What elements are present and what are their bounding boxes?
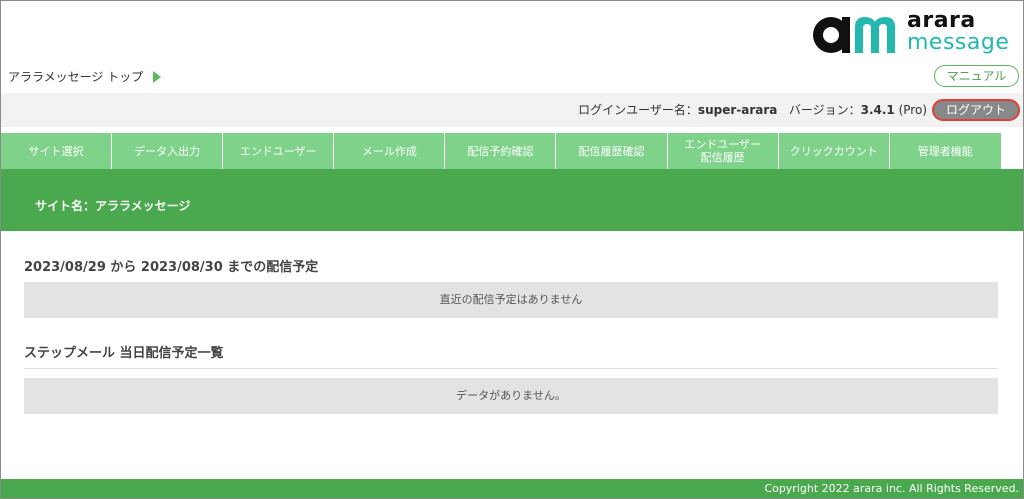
scheduled-delivery-title: 2023/08/29 から 2023/08/30 までの配信予定	[24, 260, 319, 275]
nav-item-admin[interactable]: 管理者機能	[889, 133, 1001, 169]
breadcrumb-label: アララメッセージ トップ	[8, 70, 144, 84]
arara-message-logo[interactable]: arara message	[809, 7, 1009, 57]
breadcrumb-row: アララメッセージ トップ マニュアル	[1, 63, 1023, 93]
logo-arara-text: arara	[907, 8, 976, 33]
version-value: 3.4.1	[860, 103, 895, 117]
play-arrow-icon	[153, 70, 162, 83]
user-bar: ログインユーザー名：super-arara バージョン：3.4.1 (Pro) …	[1, 93, 1023, 127]
scheduled-delivery-empty: 直近の配信予定はありません	[24, 282, 998, 318]
nav-item-delivery-history[interactable]: 配信履歴確認	[556, 133, 668, 169]
version-label: バージョン：	[788, 103, 861, 117]
user-info: ログインユーザー名：super-arara バージョン：3.4.1 (Pro)	[578, 101, 927, 118]
site-banner: サイト名：アララメッセージ	[1, 169, 1023, 231]
edition-label: (Pro)	[898, 103, 927, 117]
section-divider	[24, 368, 998, 369]
step-mail-empty: データがありません。	[24, 378, 998, 414]
nav-item-data-io[interactable]: データ入出力	[112, 133, 224, 169]
nav-item-end-user-delivery-history[interactable]: エンドユーザー 配信履歴	[667, 133, 779, 169]
manual-button[interactable]: マニュアル	[934, 65, 1019, 87]
breadcrumb[interactable]: アララメッセージ トップ	[8, 68, 162, 85]
logout-button[interactable]: ログアウト	[932, 99, 1020, 121]
login-user-value: super-arara	[697, 103, 778, 117]
step-mail-title: ステップメール 当日配信予定一覧	[24, 346, 224, 361]
copyright: Copyright 2022 arara inc. All Rights Res…	[764, 482, 1019, 495]
header: arara message	[1, 1, 1023, 63]
logo-message-text: message	[907, 30, 1010, 55]
login-user-label: ログインユーザー名：	[578, 103, 698, 117]
nav-item-mail-create[interactable]: メール作成	[334, 133, 446, 169]
footer: Copyright 2022 arara inc. All Rights Res…	[1, 479, 1023, 498]
am-logo-mark	[813, 17, 895, 53]
nav-item-click-count[interactable]: クリックカウント	[778, 133, 890, 169]
logo-wordmark: arara message	[907, 10, 1009, 54]
nav-item-end-users[interactable]: エンドユーザー	[223, 133, 335, 169]
main-nav: サイト選択 データ入出力 エンドユーザー メール作成 配信予約確認 配信履歴確認…	[1, 133, 1001, 169]
site-name: サイト名：アララメッセージ	[35, 199, 191, 213]
nav-item-site-select[interactable]: サイト選択	[1, 133, 113, 169]
nav-item-delivery-reservations[interactable]: 配信予約確認	[445, 133, 557, 169]
